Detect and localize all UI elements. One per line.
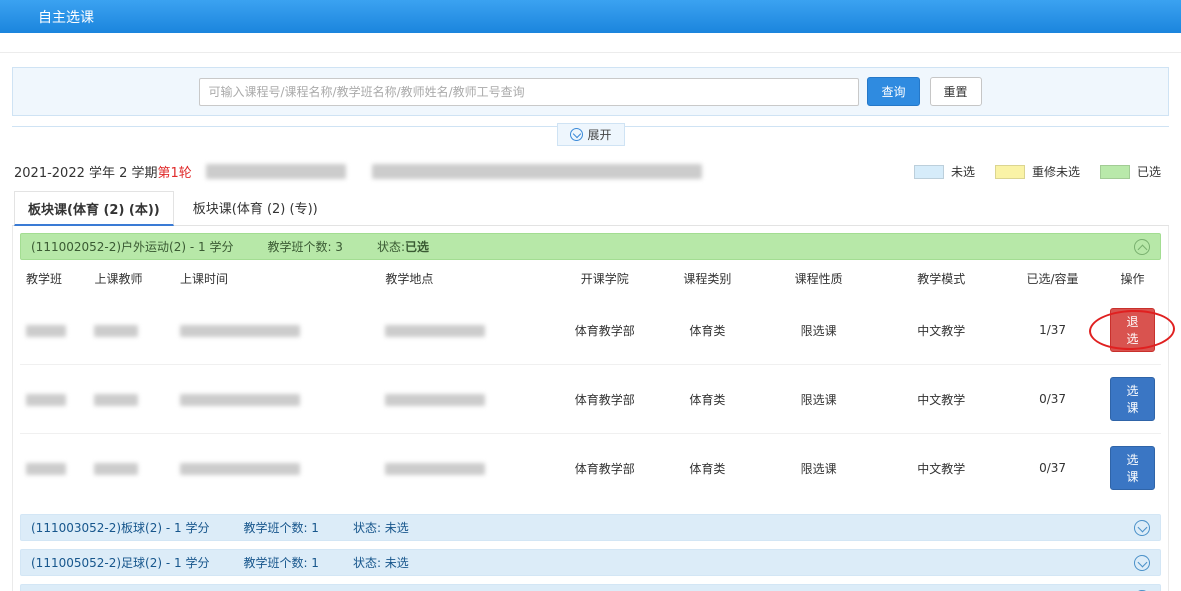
cell-category: 体育类 [659,434,756,503]
redacted-block [385,394,485,406]
course-class-count: 教学班个数: 1 [243,519,319,536]
cell-mode: 中文教学 [881,296,1001,365]
chevron-up-icon[interactable] [1134,239,1150,255]
cell-nature: 限选课 [756,296,882,365]
page-title: 自主选课 [38,7,94,27]
course-status: 状态: 未选 [353,519,409,536]
redacted-block [180,325,300,337]
legend-label: 未选 [951,163,975,180]
tab-sports-special[interactable]: 板块课(体育 (2) (专)) [180,191,331,225]
redacted-block [180,394,300,406]
cell-capacity: 0/37 [1001,434,1104,503]
redacted-block [385,463,485,475]
legend-item-selected: 已选 [1100,163,1161,180]
redacted-block [372,164,702,179]
drop-course-button[interactable]: 退选 [1110,308,1155,352]
course-title: (111002052-2)户外运动(2) - 1 学分 [31,238,233,255]
legend-swatch-unselected [914,165,944,179]
redacted-block [385,325,485,337]
page-content: 查询 重置 展开 2021-2022 学年 2 学期第1轮 未选 重修未选 [0,67,1181,591]
tab-sports-general[interactable]: 板块课(体育 (2) (本)) [14,191,174,226]
legend-item-unselected: 未选 [914,163,975,180]
select-course-button[interactable]: 选课 [1110,446,1155,490]
redacted-block [180,463,300,475]
table-row: 体育教学部 体育类 限选课 中文教学 0/37 选课 [20,365,1161,434]
header-divider [0,33,1181,53]
col-category: 课程类别 [659,260,756,296]
course-group-tabs: 板块课(体育 (2) (本)) 板块课(体育 (2) (专)) [12,191,1169,226]
top-header: 自主选课 [0,0,1181,33]
col-college: 开课学院 [551,260,659,296]
reset-button[interactable]: 重置 [930,77,982,106]
table-header-row: 教学班 上课教师 上课时间 教学地点 开课学院 课程类别 课程性质 教学模式 已… [20,260,1161,296]
cell-category: 体育类 [659,365,756,434]
col-time: 上课时间 [174,260,379,296]
class-table: 教学班 上课教师 上课时间 教学地点 开课学院 课程类别 课程性质 教学模式 已… [20,260,1161,502]
query-button[interactable]: 查询 [867,77,919,106]
col-mode: 教学模式 [881,260,1001,296]
legend-swatch-selected [1100,165,1130,179]
table-row: 体育教学部 体育类 限选课 中文教学 0/37 选课 [20,434,1161,503]
cell-mode: 中文教学 [881,434,1001,503]
course-status-label: 状态: [377,238,405,255]
cell-category: 体育类 [659,296,756,365]
redacted-block [94,463,138,475]
cell-mode: 中文教学 [881,365,1001,434]
expand-row: 展开 [12,123,1169,146]
divider-line [625,126,1170,127]
course-class-count: 教学班个数: 3 [267,238,343,255]
collapsed-course-list: (111003052-2)板球(2) - 1 学分 教学班个数: 1 状态: 未… [20,514,1161,591]
col-teacher: 上课教师 [88,260,174,296]
course-title: (111005052-2)足球(2) - 1 学分 [31,554,209,571]
term-label: 2021-2022 学年 2 学期 [14,162,158,181]
chevron-down-icon[interactable] [1134,520,1150,536]
cell-college: 体育教学部 [551,365,659,434]
col-location: 教学地点 [379,260,550,296]
course-header-frisbee[interactable]: (111006052-2)极限飞盘(2) - 1 学分 教学班个数: 1 状态:… [20,584,1161,591]
redacted-block [26,325,66,337]
col-nature: 课程性质 [756,260,882,296]
course-header-cricket[interactable]: (111003052-2)板球(2) - 1 学分 教学班个数: 1 状态: 未… [20,514,1161,541]
course-header-football[interactable]: (111005052-2)足球(2) - 1 学分 教学班个数: 1 状态: 未… [20,549,1161,576]
cell-nature: 限选课 [756,434,882,503]
term-row: 2021-2022 学年 2 学期第1轮 未选 重修未选 已选 [14,162,1167,181]
col-class: 教学班 [20,260,88,296]
round-label: 第1轮 [158,162,192,181]
search-input[interactable] [199,78,859,106]
course-status-value: 已选 [405,238,429,255]
status-legend: 未选 重修未选 已选 [914,163,1161,180]
redacted-block [26,394,66,406]
cell-capacity: 0/37 [1001,365,1104,434]
course-header-outdoor[interactable]: (111002052-2)户外运动(2) - 1 学分 教学班个数: 3 状态:… [20,233,1161,260]
expand-toggle-label: 展开 [588,126,612,143]
cell-college: 体育教学部 [551,434,659,503]
expand-toggle[interactable]: 展开 [557,123,625,146]
course-status: 状态: 未选 [353,554,409,571]
cell-college: 体育教学部 [551,296,659,365]
course-class-count: 教学班个数: 1 [243,554,319,571]
course-panel: (111002052-2)户外运动(2) - 1 学分 教学班个数: 3 状态:… [12,226,1169,591]
redacted-block [94,325,138,337]
course-title: (111003052-2)板球(2) - 1 学分 [31,519,209,536]
legend-label: 重修未选 [1032,163,1080,180]
redacted-block [26,463,66,475]
cell-capacity: 1/37 [1001,296,1104,365]
divider-line [12,126,557,127]
cell-nature: 限选课 [756,365,882,434]
redacted-block [206,164,346,179]
search-panel: 查询 重置 [12,67,1169,116]
legend-item-retake: 重修未选 [995,163,1080,180]
legend-swatch-retake [995,165,1025,179]
col-action: 操作 [1104,260,1161,296]
chevron-down-icon [570,128,583,141]
select-course-button[interactable]: 选课 [1110,377,1155,421]
redacted-block [94,394,138,406]
legend-label: 已选 [1137,163,1161,180]
col-capacity: 已选/容量 [1001,260,1104,296]
chevron-down-icon[interactable] [1134,555,1150,571]
table-row: 体育教学部 体育类 限选课 中文教学 1/37 退选 [20,296,1161,365]
